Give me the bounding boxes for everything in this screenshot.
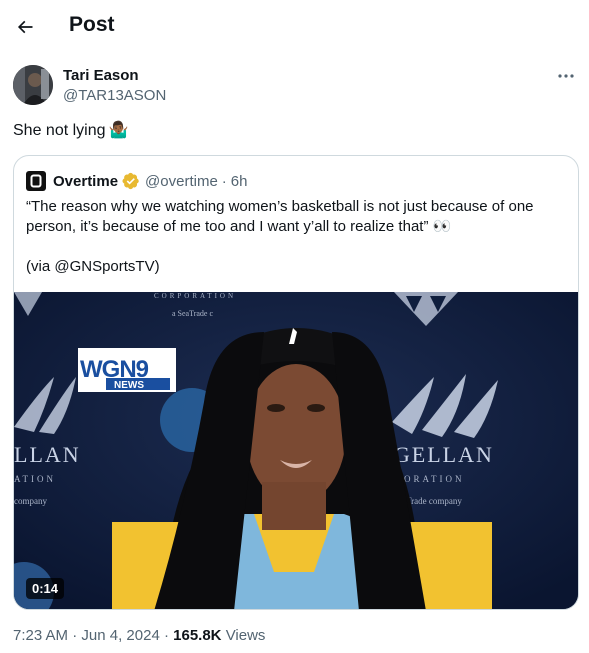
meta-separator: · [72,627,78,644]
meta-separator-2: · [163,627,169,644]
quoted-time: 6h [230,172,248,190]
backdrop-text-seatrade: a SeaTrade c [172,309,213,318]
avatar[interactable] [13,65,53,105]
arrow-left-icon [17,20,33,34]
more-options-button[interactable] [554,66,578,86]
backdrop-text-ation: ATION [14,474,56,484]
wgn-tagline: CHICAGO'S VERY OWN [78,349,157,356]
backdrop-text-trade-company: Trade company [406,496,462,506]
quoted-post-via: (via @GNSportsTV) [26,258,160,275]
header-bar: Post [0,0,589,53]
backdrop-text-llan: LLAN [14,442,81,467]
post-text: She not lying 🤷🏾‍♂️ [13,121,128,141]
post-meta: 7:23 AM · Jun 4, 2024 · 165.8K Views [13,627,265,644]
backdrop-text-top: CORPORATION [154,292,236,300]
quoted-author-name: Overtime [53,172,119,190]
post-time[interactable]: 7:23 AM [13,627,68,644]
video-duration: 0:14 [26,578,65,599]
back-button[interactable] [10,12,40,42]
more-icon [558,74,574,78]
quoted-post-text: “The reason why we watching women’s bask… [26,198,534,235]
shrug-emoji: 🤷🏾‍♂️ [108,122,129,139]
verified-badge-icon [122,172,140,190]
post-author: Tari Eason @TAR13ASON [13,64,578,108]
post-date[interactable]: Jun 4, 2024 [81,627,159,644]
views-count: 165.8K [173,627,222,644]
overtime-logo-icon [26,171,46,191]
video-player[interactable]: CORPORATION a SeaTrade c LLAN ATION comp… [14,292,578,609]
quoted-author-handle: @overtime [145,172,218,190]
author-handle[interactable]: @TAR13ASON [63,87,166,104]
backdrop-text-company-left: company [14,496,47,506]
wgn-logo-text: WGN9 [80,356,149,383]
wgn-news-text: NEWS [114,380,144,391]
backdrop-text-poration: PORATION [396,474,465,484]
video-thumbnail: CORPORATION a SeaTrade c LLAN ATION comp… [14,292,578,609]
post-text-content: She not lying [13,122,106,139]
views-label: Views [225,627,266,644]
quoted-post[interactable]: Overtime @overtime · 6h “The reason why … [13,155,579,610]
author-name[interactable]: Tari Eason [63,67,139,84]
quoted-post-header: Overtime @overtime · 6h [26,171,247,191]
quoted-separator: · [221,172,227,190]
page-title: Post [69,13,115,36]
